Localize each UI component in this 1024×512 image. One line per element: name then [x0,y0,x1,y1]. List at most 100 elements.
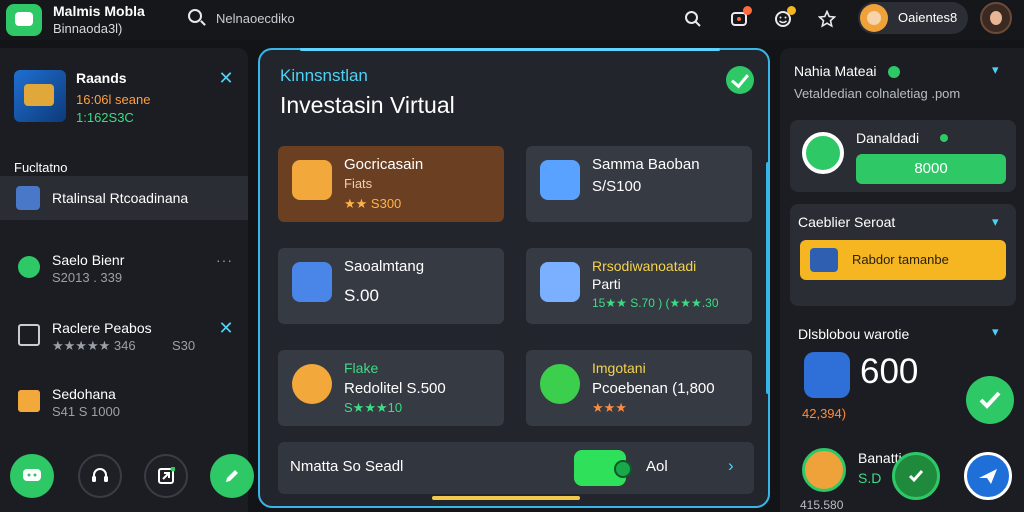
money-coin-icon [540,364,580,404]
profile-pill[interactable]: Oaientes8 [858,2,968,34]
left-sidebar: Raands 16:06l seane 1:162S3C ✕ Fucltatno… [0,48,254,512]
card-title: Saoalmtang [344,258,425,275]
sidebar-item[interactable]: Raclere Peabos ★★★★★ 346 S30 ✕ [0,318,248,370]
close-promo-icon[interactable]: ✕ [218,69,234,87]
sidebar-item[interactable]: Sedohana S41 S 1000 [0,384,248,436]
card-subtitle: Fiats [344,176,373,191]
service-card[interactable]: Caeblier Seroat ▾ Rabdor tamanbe [790,204,1016,306]
profile-name: Oaientes8 [898,10,958,25]
card-title: Flake [344,360,379,376]
shield-check-button[interactable] [892,452,940,500]
balance-button[interactable]: 8000 [856,154,1006,184]
wallet-icon [802,132,844,174]
chevron-down-icon[interactable]: ▾ [992,214,999,230]
magnifier-icon[interactable] [682,8,704,30]
investment-card[interactable]: Samma Baoban S/S100 [526,146,752,222]
bottom-sub: S.D [858,470,882,486]
more-options-icon[interactable]: ··· [216,252,233,268]
investment-card[interactable]: Rrsodiwanoatadi Parti 15★★ S.70 ) (★★★.3… [526,248,752,324]
investment-card[interactable]: Flake Redolitel S.500 S★★★10 [278,350,504,426]
notification-icon[interactable] [728,6,752,30]
panel-highlight [300,48,720,51]
promo-title: Raands [76,70,127,86]
card-rating: S★★★10 [344,400,403,415]
dock-chat-button[interactable] [10,454,54,498]
panel-scrollbar[interactable] [766,162,770,394]
folder-icon [18,390,40,412]
sidebar-item-title: Saelo Bienr [52,252,125,268]
document-pen-icon [540,262,580,302]
dock-exit-button[interactable] [144,454,188,498]
stats-title: Dlsblobou warotie [798,326,910,342]
search-input[interactable] [216,8,496,28]
stats-sub: 42,394) [802,406,847,421]
investment-card[interactable]: Imgotani Pcoebenan (1,800 ★★★ [526,350,752,426]
gear-coin-icon [804,352,850,398]
right-header-desc: Vetaldedian colnaletiag .pom [794,86,961,101]
sidebar-item-extra: S30 [172,338,196,353]
app-logo-icon[interactable] [6,4,42,36]
investment-card[interactable]: Gocricasain Fiats ★★ S300 [278,146,504,222]
sidebar-item-title: Sedohana [52,386,116,402]
promo-thumbnail[interactable] [14,70,66,122]
send-button[interactable] [964,452,1012,500]
top-bar: Malmis Mobla Binnaoda3l) Oaientes8 [0,0,1024,40]
confirm-check-icon[interactable] [726,66,754,94]
home-indicator [432,496,580,500]
emoji-dot [787,6,796,15]
card-subtitle: Parti [592,276,621,292]
dock-edit-button[interactable] [210,454,254,498]
service-button[interactable]: Rabdor tamanbe [800,240,1006,280]
search-icon[interactable] [188,9,202,23]
footer-toggle[interactable] [574,450,632,486]
sidebar-item-title: Raclere Peabos [52,320,152,336]
card-subtitle: Pcoebenan (1,800 [592,380,715,397]
profile-avatar [860,4,888,32]
server-icon [810,248,838,272]
right-panel: Nahia Mateai ▾ Vetaldedian colnaletiag .… [780,48,1024,512]
card-value: S.00 [344,286,379,305]
sidebar-item[interactable]: Saelo Bienr S2013 . 339 ··· [0,250,248,302]
investment-card[interactable]: Saoalmtang S.00 [278,248,504,324]
dock-support-button[interactable] [78,454,122,498]
online-status-icon [888,66,900,78]
chevron-right-icon[interactable]: › [728,456,734,476]
sidebar-item-sub: S2013 . 339 [52,270,123,285]
footer-label: Nmatta So Seadl [290,458,404,475]
document-icon [16,186,40,210]
investment-panel: Kinnsnstlan Investasin Virtual Gocricasa… [258,48,770,508]
star-icon[interactable] [816,8,838,30]
footer-action[interactable]: Aol [646,458,668,475]
sidebar-item-active[interactable]: Rtalinsal Rtcoadinana [0,176,248,220]
footer-row[interactable]: Nmatta So Seadl Aol › [278,442,754,494]
service-title: Caeblier Seroat [798,214,896,230]
chart-pencil-icon [540,160,580,200]
bottom-small: 415.580 [800,498,844,512]
sidebar-section-label: Fucltatno [14,160,68,175]
card-subtitle: Redolitel S.500 [344,380,446,397]
panel-title: Investasin Virtual [280,92,455,118]
panel-kicker: Kinnsnstlan [280,66,368,85]
card-rating: ★★ S300 [344,196,402,211]
app-title: Malmis Mobla [53,3,145,19]
right-header-title: Nahia Mateai [794,63,877,79]
card-rating: 15★★ S.70 ) (★★★.30 [592,296,719,310]
confirm-fab[interactable] [966,376,1014,424]
robot-icon [292,262,332,302]
search-bar[interactable] [182,4,502,32]
balance-title: Danaldadi [856,130,920,146]
board-icon [18,324,40,346]
app-subtitle: Binnaoda3l) [53,21,123,36]
chat-bubble-icon [18,256,40,278]
close-item-icon[interactable]: ✕ [218,319,234,337]
user-avatar[interactable] [980,2,1012,34]
card-rating: ★★★ [592,400,627,415]
chevron-down-icon[interactable]: ▾ [992,62,999,78]
avatar-icon [292,364,332,404]
bottom-avatar[interactable] [802,448,846,492]
card-title: Imgotani [592,360,646,376]
card-title: Samma Baoban [592,156,700,173]
emoji-icon[interactable] [772,6,796,30]
balance-card[interactable]: Danaldadi 8000 [790,120,1016,192]
chevron-down-icon[interactable]: ▾ [992,324,999,340]
